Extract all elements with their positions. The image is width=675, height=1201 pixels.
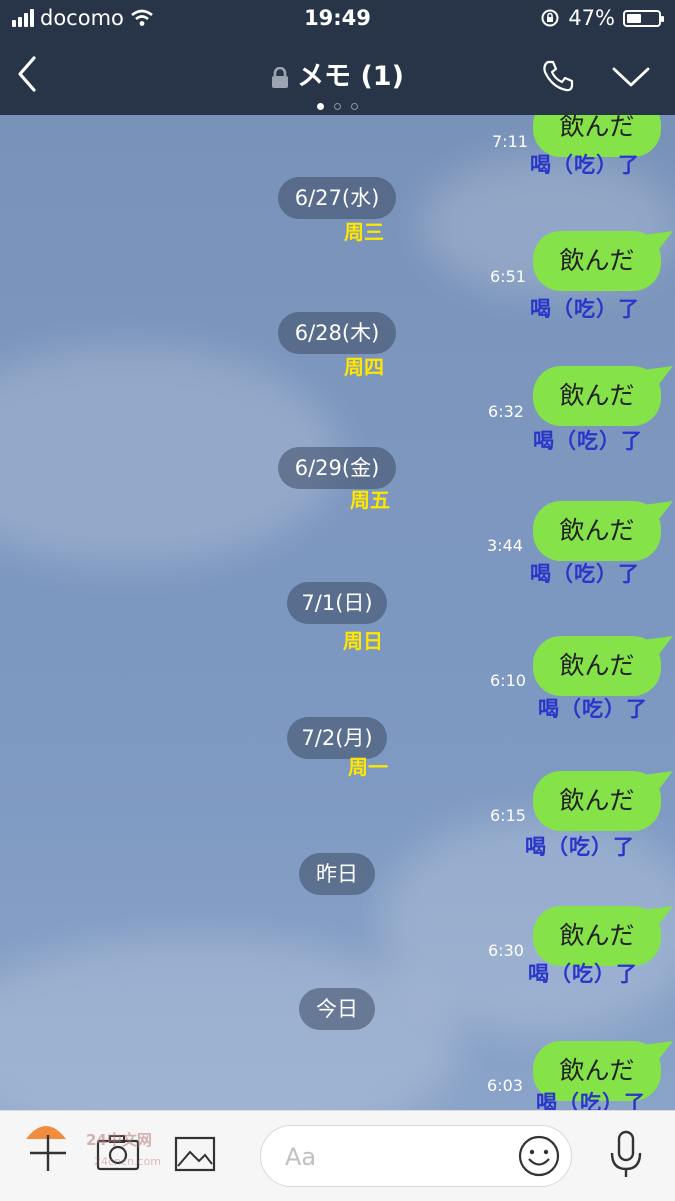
plus-icon[interactable] [28, 1131, 68, 1175]
message-bubble[interactable]: 飲んだ [533, 366, 673, 426]
message-text: 飲んだ [559, 786, 635, 815]
page-indicator [0, 95, 675, 114]
message-input[interactable]: Aa [260, 1125, 572, 1187]
date-note: 周四 [344, 355, 384, 379]
page-dot [334, 103, 341, 110]
message-text: 飲んだ [559, 651, 635, 680]
message-time: 6:32 [488, 402, 524, 421]
message-time: 3:44 [487, 536, 523, 555]
message-time: 6:10 [490, 671, 526, 690]
bubble-tail [643, 636, 673, 662]
bubble-tail [643, 501, 673, 527]
message-text: 飲んだ [559, 921, 635, 950]
translation-note: 喝（吃）了 [530, 153, 640, 177]
message-bubble[interactable]: 飲んだ [533, 906, 673, 966]
message-text: 飲んだ [559, 516, 635, 545]
date-note: 周一 [348, 755, 388, 779]
watermark-text: 24中文网 [86, 1131, 152, 1149]
battery-icon [623, 9, 664, 27]
message-text: 飲んだ [559, 246, 635, 275]
message-time: 6:51 [490, 267, 526, 286]
date-separator: 今日 [299, 988, 375, 1030]
emoji-icon[interactable] [517, 1134, 561, 1178]
date-separator: 6/28(木) [278, 312, 396, 354]
date-separator: 6/29(金) [278, 447, 396, 489]
bubble-tail [643, 1041, 673, 1067]
chevron-down-icon[interactable] [612, 66, 650, 88]
input-bar: 24中文网 24cncn.com Aa [0, 1110, 675, 1201]
bubble-tail [643, 771, 673, 797]
message-text: 飲んだ [559, 381, 635, 410]
chat-area[interactable]: 7:11 飲んだ 喝（吃）了 6/27(水) 周三 6:51 飲んだ 喝（吃）了… [0, 115, 675, 1110]
date-note: 周五 [350, 488, 390, 512]
message-time: 6:15 [490, 806, 526, 825]
message-bubble[interactable]: 飲んだ [533, 501, 673, 561]
date-note: 周三 [344, 220, 384, 244]
orientation-lock-icon [541, 9, 559, 27]
battery-percent: 47% [568, 6, 615, 30]
chat-header: メモ (1) [0, 38, 675, 115]
translation-note: 喝（吃）了 [525, 835, 635, 859]
date-separator: 6/27(水) [278, 177, 396, 219]
translation-note: 喝（吃）了 [538, 697, 648, 721]
chat-title-text: メモ (1) [297, 61, 404, 92]
bubble-tail [643, 231, 673, 257]
message-text: 飲んだ [559, 1056, 635, 1085]
translation-note: 喝（吃）了 [533, 429, 643, 453]
translation-note: 喝（吃）了 [528, 962, 638, 986]
image-gallery-icon[interactable] [174, 1135, 216, 1173]
date-separator: 昨日 [299, 853, 375, 895]
date-separator: 7/1(日) [287, 582, 387, 624]
message-time: 6:03 [487, 1076, 523, 1095]
microphone-icon[interactable] [608, 1129, 644, 1179]
message-bubble[interactable]: 飲んだ [533, 771, 673, 831]
date-note: 周日 [343, 629, 383, 653]
phone-call-icon[interactable] [540, 58, 576, 94]
message-time: 6:30 [488, 941, 524, 960]
status-bar: docomo 19:49 47% [0, 0, 675, 38]
translation-note: 喝（吃）了 [536, 1091, 646, 1110]
message-input-placeholder: Aa [285, 1143, 317, 1171]
message-bubble[interactable]: 飲んだ [533, 636, 673, 696]
watermark-subtext: 24cncn.com [94, 1155, 162, 1168]
translation-note: 喝（吃）了 [530, 297, 640, 321]
message-text: 飲んだ [559, 115, 635, 141]
bubble-tail [643, 906, 673, 932]
bubble-tail [643, 366, 673, 392]
message-bubble[interactable]: 飲んだ [533, 231, 673, 291]
page-dot [351, 103, 358, 110]
page-dot [317, 103, 324, 110]
translation-note: 喝（吃）了 [530, 562, 640, 586]
message-time: 7:11 [492, 132, 528, 151]
lock-icon [272, 66, 289, 88]
